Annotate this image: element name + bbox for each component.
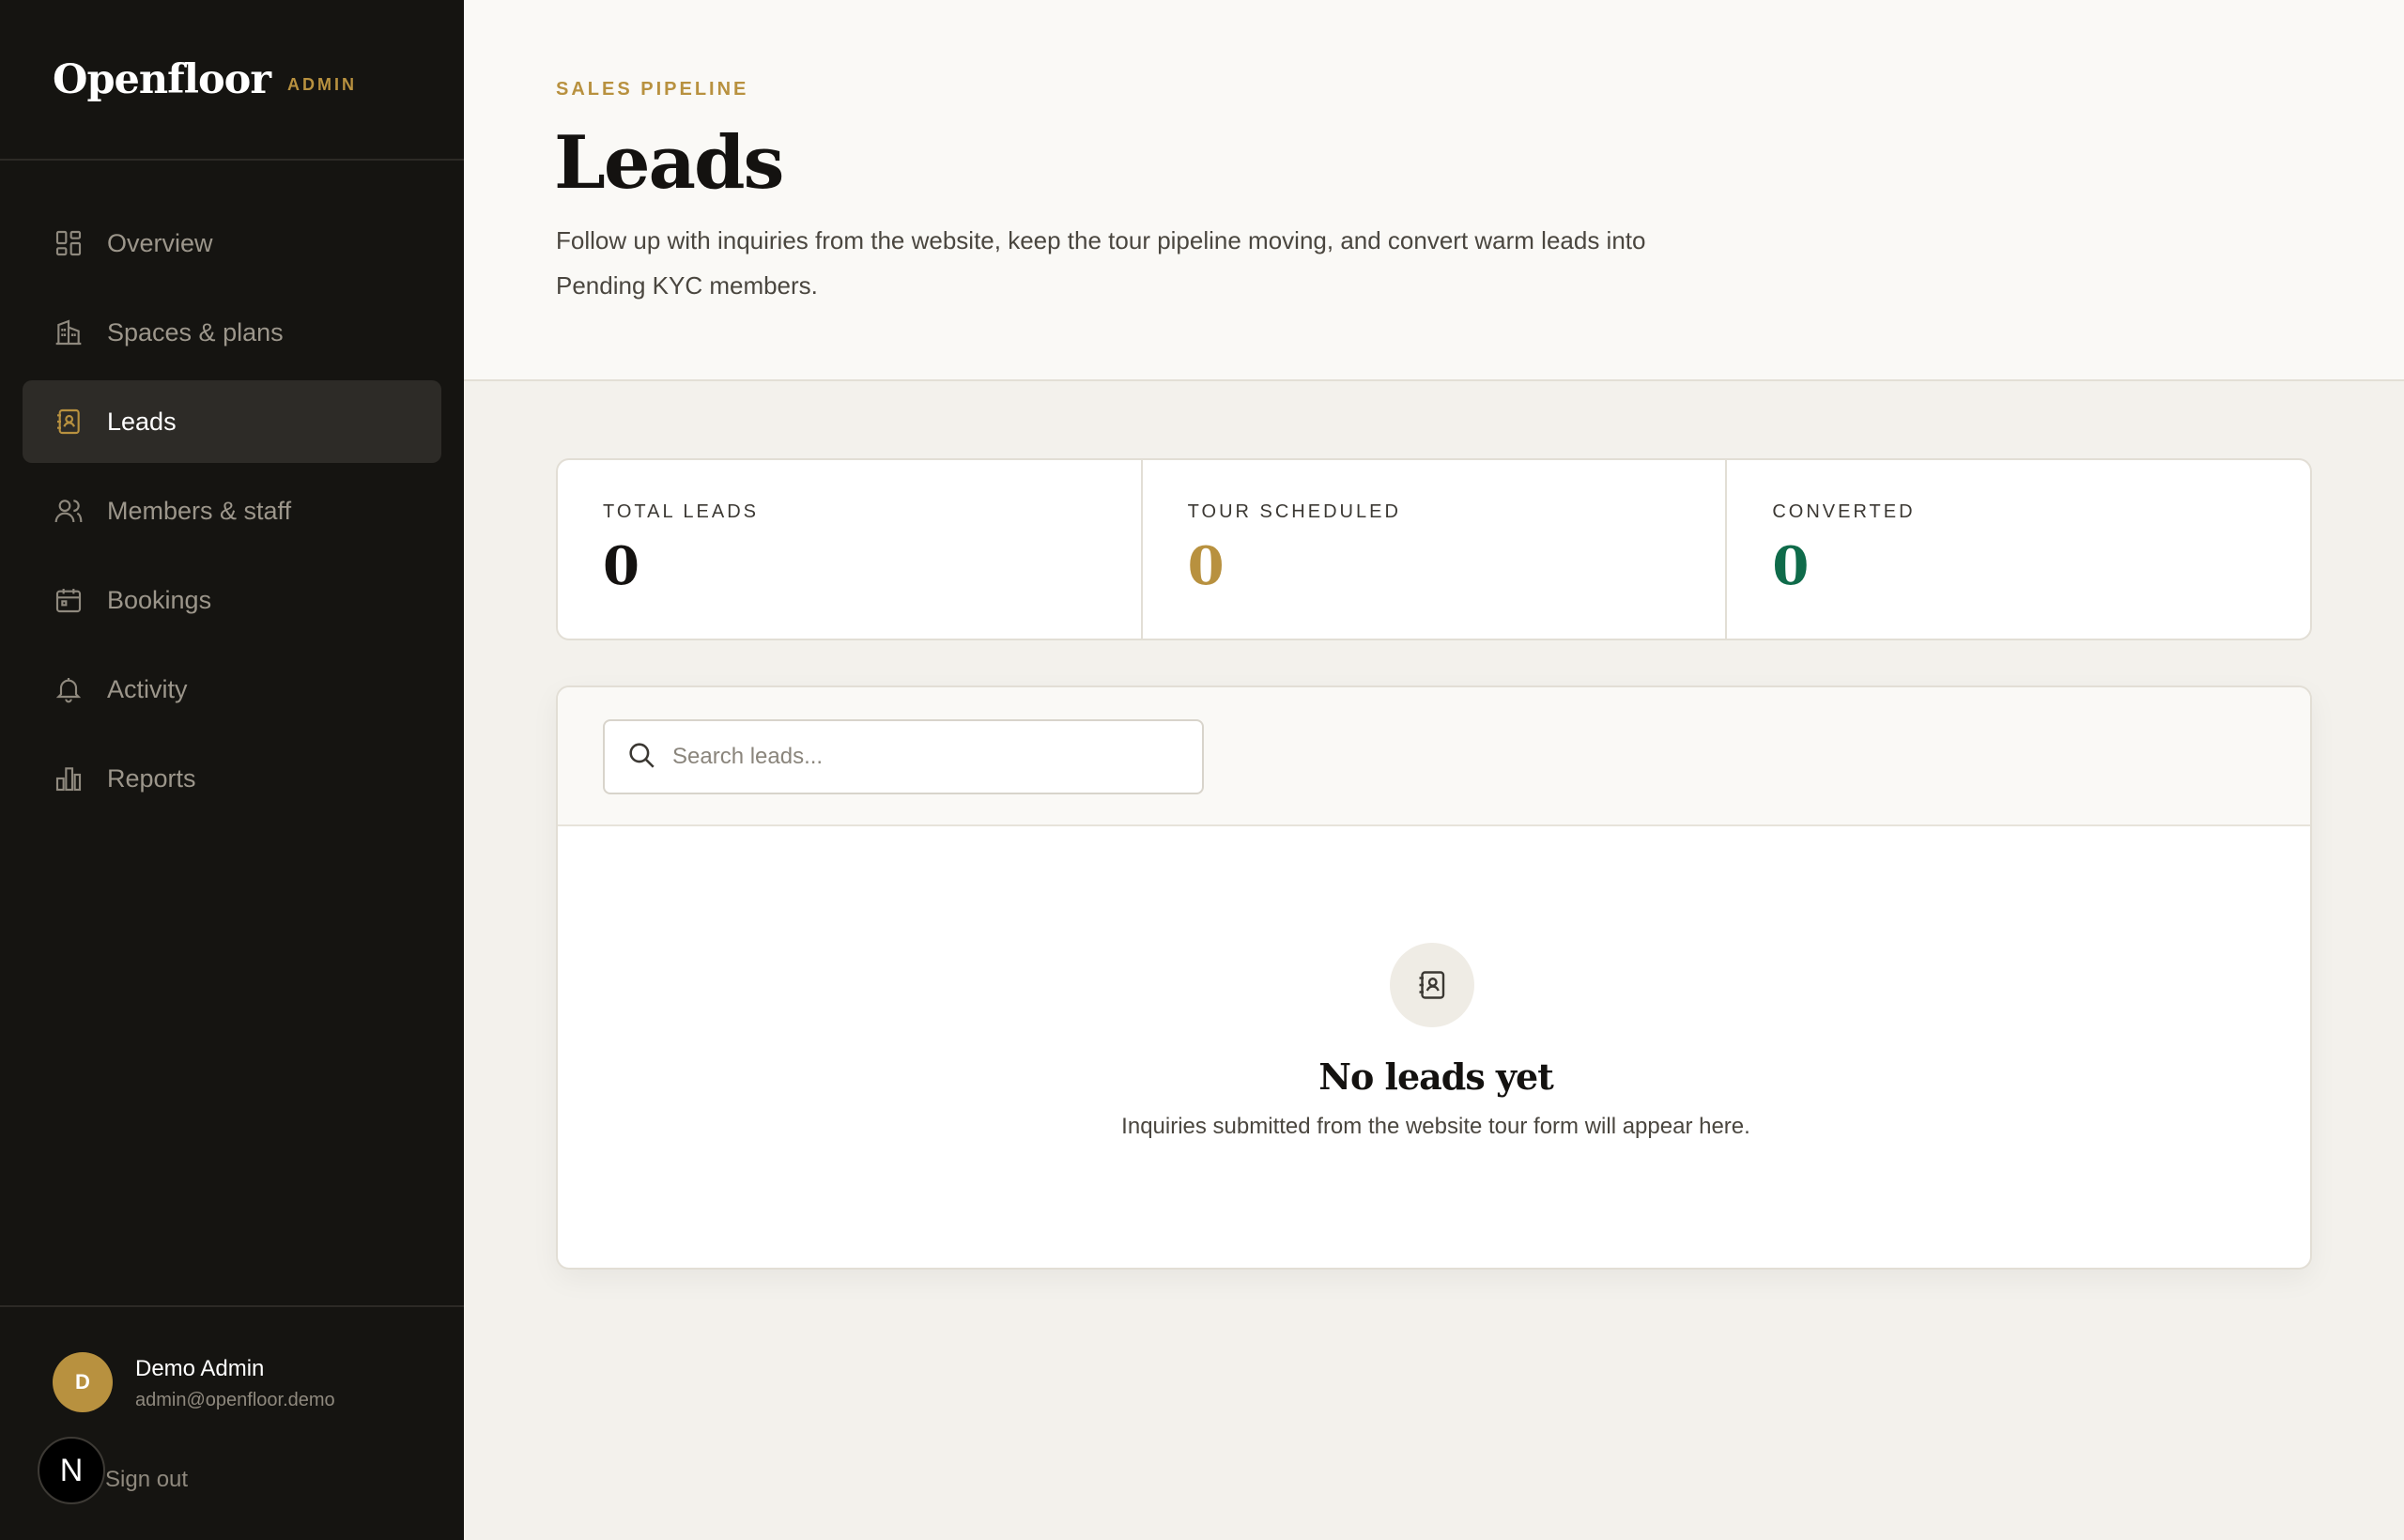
sidebar-item-bookings[interactable]: Bookings [23, 559, 441, 641]
contact-book-icon [1390, 943, 1474, 1027]
panel-toolbar [558, 687, 2310, 826]
user-email: admin@openfloor.demo [135, 1390, 335, 1410]
stat-converted: CONVERTED 0 [1727, 460, 2310, 639]
page-title: Leads [554, 120, 784, 206]
sidebar-item-label: Leads [107, 407, 177, 436]
empty-state-subtitle: Inquiries submitted from the website tou… [1121, 1114, 1750, 1139]
search-box[interactable] [603, 719, 1204, 794]
sidebar-item-label: Overview [107, 228, 213, 257]
section-eyebrow: SALES PIPELINE [556, 79, 749, 100]
leads-panel: No leads yet Inquiries submitted from th… [556, 685, 2312, 1270]
stat-value: 0 [603, 535, 640, 597]
stat-value: 0 [1187, 535, 1225, 597]
main-content: SALES PIPELINE Leads Follow up with inqu… [464, 0, 2404, 1540]
brand-name[interactable]: Openfloor [53, 56, 271, 103]
sign-out-button[interactable]: Sign out [105, 1467, 188, 1493]
calendar-icon [54, 585, 84, 615]
bar-chart-icon [54, 763, 84, 793]
users-icon [54, 496, 84, 526]
stat-label: TOUR SCHEDULED [1187, 501, 1401, 522]
sidebar-item-members[interactable]: Members & staff [23, 470, 441, 552]
brand-tag: ADMIN [287, 75, 357, 94]
page-description: Follow up with inquiries from the websit… [556, 226, 1646, 300]
page-header: SALES PIPELINE Leads Follow up with inqu… [464, 0, 2404, 381]
empty-state-title: No leads yet [1318, 1055, 1554, 1098]
sidebar-item-label: Activity [107, 674, 188, 703]
stat-value: 0 [1772, 535, 1810, 597]
stat-label: TOTAL LEADS [603, 501, 760, 522]
sidebar-nav: Overview Spaces & plans Leads Members & … [23, 202, 441, 826]
sidebar-item-label: Members & staff [107, 496, 292, 525]
sidebar-item-label: Spaces & plans [107, 317, 284, 346]
user-block: D Demo Admin admin@openfloor.demo Sign o… [0, 1305, 464, 1540]
search-input[interactable] [672, 744, 1179, 770]
stat-total-leads: TOTAL LEADS 0 [558, 460, 1143, 639]
n-badge-icon[interactable]: N [38, 1437, 105, 1504]
sidebar-item-label: Bookings [107, 585, 212, 614]
sidebar-item-reports[interactable]: Reports [23, 737, 441, 820]
brand: Openfloor ADMIN [0, 0, 464, 161]
sidebar-item-spaces[interactable]: Spaces & plans [23, 291, 441, 374]
stat-tour-scheduled: TOUR SCHEDULED 0 [1143, 460, 1728, 639]
stats-row: TOTAL LEADS 0 TOUR SCHEDULED 0 CONVERTED… [556, 458, 2312, 640]
bell-icon [54, 674, 84, 704]
sidebar-item-label: Reports [107, 763, 196, 793]
sidebar: Openfloor ADMIN Overview Spaces & plans [0, 0, 464, 1540]
empty-state: No leads yet Inquiries submitted from th… [558, 826, 2310, 1268]
search-icon [625, 739, 657, 776]
avatar[interactable]: D [53, 1352, 113, 1412]
sidebar-item-overview[interactable]: Overview [23, 202, 441, 285]
building-icon [54, 317, 84, 347]
stat-label: CONVERTED [1772, 501, 1916, 522]
contact-book-icon [54, 407, 84, 437]
sidebar-item-leads[interactable]: Leads [23, 380, 441, 463]
sidebar-item-activity[interactable]: Activity [23, 648, 441, 731]
grid-icon [54, 228, 84, 258]
user-name: Demo Admin [135, 1356, 265, 1381]
